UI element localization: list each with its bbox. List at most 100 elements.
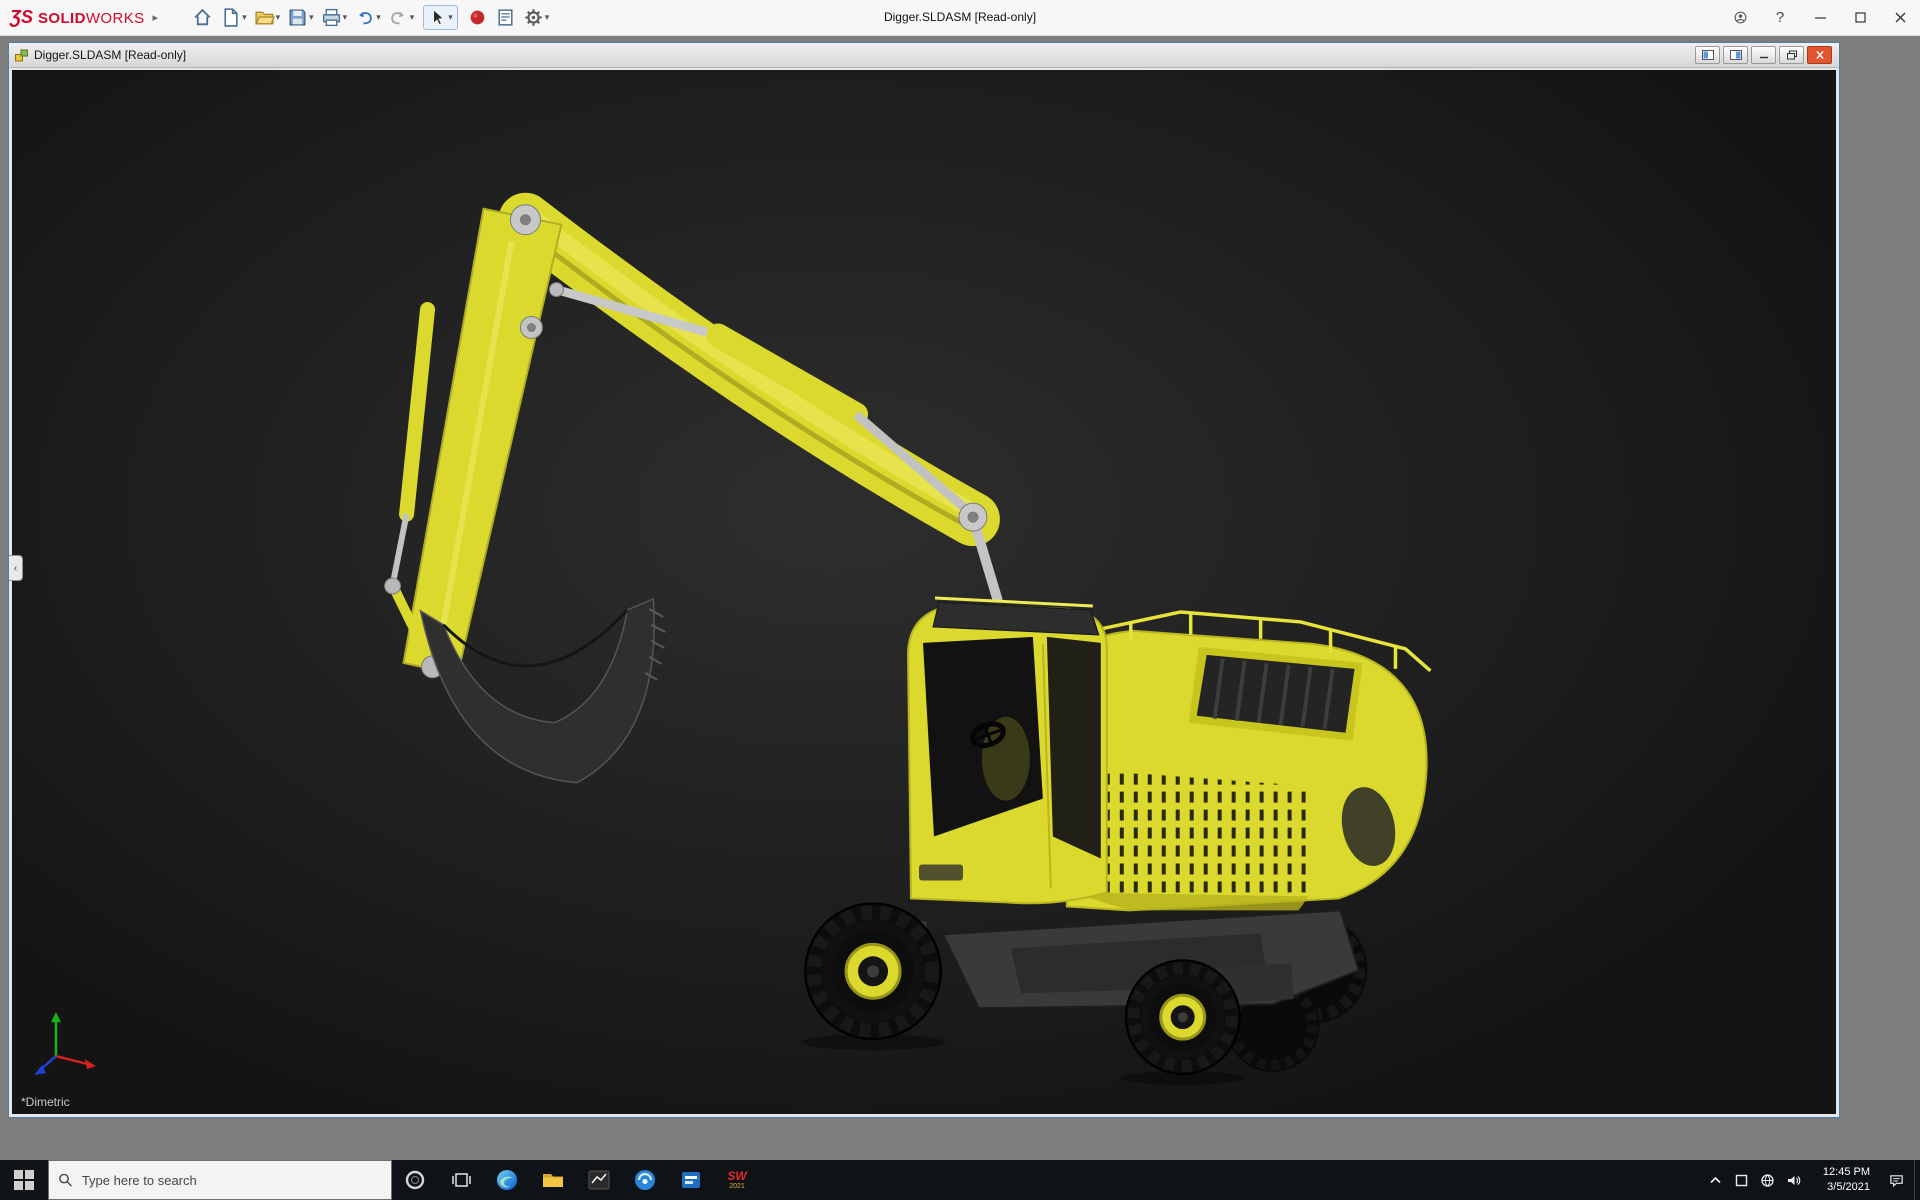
volume-icon bbox=[1786, 1173, 1801, 1188]
split-view-right-button[interactable] bbox=[1723, 46, 1748, 64]
edge-icon bbox=[495, 1168, 519, 1192]
redo-button[interactable]: ▾ bbox=[386, 4, 417, 31]
rear-left-wheel[interactable] bbox=[1121, 960, 1245, 1085]
doc-close-button[interactable] bbox=[1807, 46, 1832, 64]
new-document-button[interactable]: ▾ bbox=[218, 4, 249, 31]
hidden-icons-button[interactable] bbox=[1702, 1160, 1728, 1200]
volume-button[interactable] bbox=[1780, 1160, 1806, 1200]
print-button[interactable]: ▾ bbox=[319, 4, 350, 31]
display-app-button[interactable] bbox=[668, 1160, 714, 1200]
boom-arm[interactable] bbox=[385, 205, 998, 678]
open-folder-icon bbox=[254, 7, 275, 28]
app-titlebar: ƷSSOLIDWORKS ▸ ▾ ▾ ▾ ▾ ▾ ▾ bbox=[0, 0, 1920, 36]
caret-down-icon[interactable]: ▾ bbox=[376, 12, 381, 23]
start-button[interactable] bbox=[0, 1160, 48, 1200]
open-button[interactable]: ▾ bbox=[252, 4, 283, 31]
clock-time: 12:45 PM bbox=[1810, 1165, 1870, 1180]
solidworks-logo: ƷSSOLIDWORKS bbox=[0, 7, 153, 28]
solidworks-app-button[interactable]: SW 2021 bbox=[714, 1160, 760, 1200]
undo-icon bbox=[354, 7, 375, 28]
select-tool-button[interactable]: ▾ bbox=[423, 5, 458, 30]
doc-restore-button[interactable] bbox=[1779, 46, 1804, 64]
caret-down-icon[interactable]: ▾ bbox=[448, 12, 453, 23]
file-explorer-icon bbox=[541, 1168, 565, 1192]
window-title: Digger.SLDASM [Read-only] bbox=[884, 10, 1036, 24]
clock-date: 3/5/2021 bbox=[1810, 1180, 1870, 1195]
document-titlebar[interactable]: Digger.SLDASM [Read-only] bbox=[9, 43, 1839, 68]
featuremanager-collapse-tab[interactable]: ‹ bbox=[9, 555, 23, 581]
account-button[interactable] bbox=[1720, 0, 1760, 35]
search-input[interactable] bbox=[82, 1173, 382, 1188]
quick-access-toolbar: ▾ ▾ ▾ ▾ ▾ ▾ ▾ bbox=[190, 4, 551, 31]
blue-square-app-icon bbox=[679, 1168, 703, 1192]
caret-down-icon[interactable]: ▾ bbox=[545, 12, 550, 23]
split-left-icon bbox=[1702, 50, 1714, 60]
document-window: Digger.SLDASM [Read-only] bbox=[8, 42, 1840, 1118]
account-icon bbox=[1734, 11, 1747, 24]
action-center-icon bbox=[1889, 1173, 1904, 1188]
options-button[interactable]: ▾ bbox=[521, 4, 552, 31]
action-center-button[interactable] bbox=[1878, 1160, 1914, 1200]
show-desktop-button[interactable] bbox=[1914, 1160, 1920, 1200]
side-vents bbox=[1073, 769, 1316, 897]
properties-sheet-icon bbox=[495, 7, 516, 28]
caret-down-icon[interactable]: ▾ bbox=[242, 12, 247, 23]
graphics-viewport[interactable]: *Dimetric bbox=[12, 70, 1836, 1114]
chevron-up-icon bbox=[1708, 1173, 1723, 1188]
taskbar: SW 2021 12:45 PM 3/5/2021 bbox=[0, 1160, 1920, 1200]
system-tray: 12:45 PM 3/5/2021 bbox=[1702, 1160, 1920, 1200]
toolbar-expand-icon[interactable]: ▸ bbox=[153, 11, 159, 24]
tray-app-icon bbox=[1734, 1173, 1749, 1188]
home-button[interactable] bbox=[190, 4, 215, 31]
cab[interactable] bbox=[908, 598, 1107, 903]
media-app-button[interactable] bbox=[622, 1160, 668, 1200]
orientation-triad bbox=[34, 1012, 96, 1075]
split-view-left-button[interactable] bbox=[1695, 46, 1720, 64]
taskbar-search[interactable] bbox=[48, 1160, 392, 1200]
cortana-icon bbox=[403, 1168, 427, 1192]
task-view-button[interactable] bbox=[438, 1160, 484, 1200]
edge-button[interactable] bbox=[484, 1160, 530, 1200]
minimize-button[interactable] bbox=[1800, 0, 1840, 35]
help-button[interactable]: ? bbox=[1760, 0, 1800, 35]
evaluate-button[interactable] bbox=[493, 4, 518, 31]
task-view-icon bbox=[449, 1168, 473, 1192]
excavator-model[interactable] bbox=[12, 70, 1836, 1114]
taskbar-clock[interactable]: 12:45 PM 3/5/2021 bbox=[1806, 1165, 1878, 1195]
threedexperience-button[interactable] bbox=[465, 4, 490, 31]
network-button[interactable] bbox=[1754, 1160, 1780, 1200]
maximize-button[interactable] bbox=[1840, 0, 1880, 35]
caret-down-icon[interactable]: ▾ bbox=[276, 12, 281, 23]
doc-minimize-button[interactable] bbox=[1751, 46, 1776, 64]
red-sphere-icon bbox=[467, 7, 488, 28]
caret-down-icon[interactable]: ▾ bbox=[343, 12, 348, 23]
file-explorer-button[interactable] bbox=[530, 1160, 576, 1200]
snip-tool-button[interactable] bbox=[576, 1160, 622, 1200]
minimize-icon bbox=[1814, 11, 1827, 24]
caret-down-icon[interactable]: ▾ bbox=[410, 12, 415, 23]
maximize-icon bbox=[1854, 11, 1867, 24]
help-icon: ? bbox=[1776, 9, 1784, 26]
chevron-left-icon: ‹ bbox=[14, 563, 17, 574]
front-left-wheel[interactable] bbox=[801, 903, 945, 1050]
save-icon bbox=[287, 7, 308, 28]
save-button[interactable]: ▾ bbox=[285, 4, 316, 31]
cab-side-window bbox=[1047, 637, 1101, 859]
home-icon bbox=[192, 7, 213, 28]
undo-button[interactable]: ▾ bbox=[352, 4, 383, 31]
blue-round-app-icon bbox=[633, 1168, 657, 1192]
new-document-icon bbox=[220, 7, 241, 28]
print-icon bbox=[321, 7, 342, 28]
upper-body[interactable] bbox=[1067, 612, 1431, 910]
cortana-button[interactable] bbox=[392, 1160, 438, 1200]
document-window-controls bbox=[1695, 46, 1834, 64]
redo-icon bbox=[388, 7, 409, 28]
window-controls: ? bbox=[1720, 0, 1920, 35]
caret-down-icon[interactable]: ▾ bbox=[309, 12, 314, 23]
split-right-icon bbox=[1730, 50, 1742, 60]
close-icon bbox=[1894, 11, 1907, 24]
doc-close-icon bbox=[1814, 50, 1826, 60]
windows-logo-icon bbox=[14, 1170, 34, 1190]
tray-app-button[interactable] bbox=[1728, 1160, 1754, 1200]
close-button[interactable] bbox=[1880, 0, 1920, 35]
